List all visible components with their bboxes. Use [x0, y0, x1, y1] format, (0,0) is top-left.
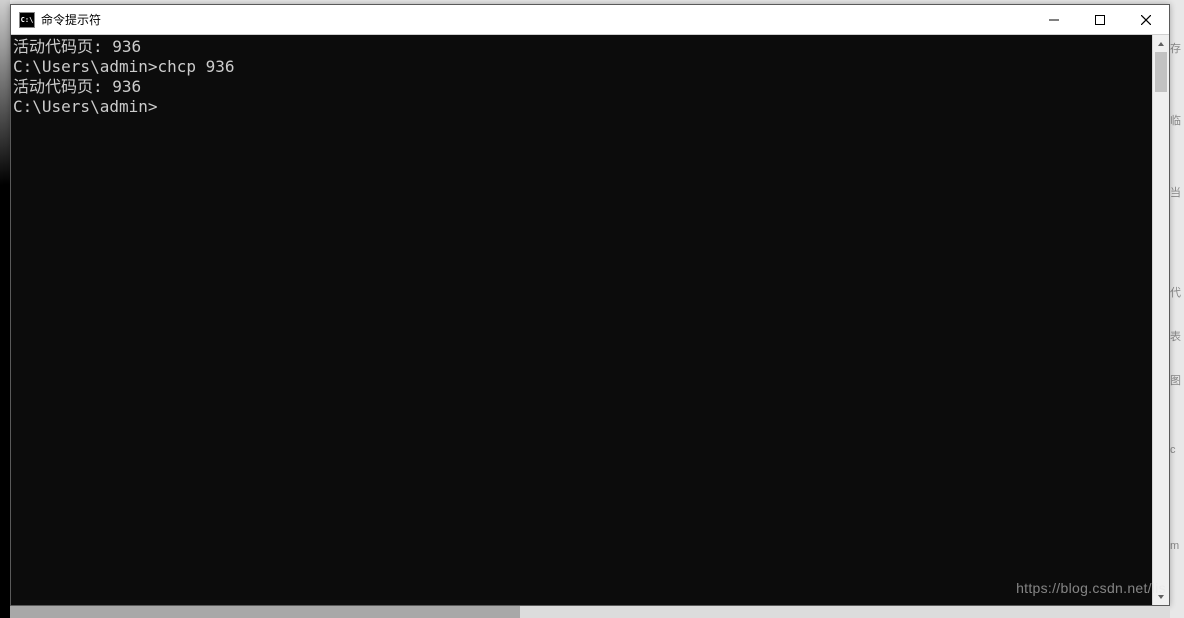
bg-left-strip — [0, 0, 10, 618]
minimize-button[interactable] — [1031, 5, 1077, 35]
bg-hint-char: c — [1170, 444, 1182, 456]
scroll-track[interactable] — [1153, 52, 1169, 588]
bg-right-hints: 存临当代表图 c m — [1170, 40, 1182, 552]
page-horizontal-scrollbar[interactable] — [10, 606, 1170, 618]
bg-hint-char: 临 — [1170, 112, 1182, 128]
bg-hint-char: 当 — [1170, 184, 1182, 200]
console-output[interactable]: 活动代码页: 936C:\Users\admin>chcp 936活动代码页: … — [11, 35, 1152, 605]
maximize-button[interactable] — [1077, 5, 1123, 35]
cmd-icon: C:\ — [19, 12, 35, 28]
bg-hint-char: 图 — [1170, 372, 1182, 388]
bg-hint-char: m — [1170, 540, 1182, 552]
close-button[interactable] — [1123, 5, 1169, 35]
bg-hint-char: 存 — [1170, 40, 1182, 56]
console-line: 活动代码页: 936 — [13, 77, 1152, 97]
scroll-up-button[interactable] — [1153, 35, 1169, 52]
bg-hint-char: 表 — [1170, 328, 1182, 344]
cmd-window: C:\ 命令提示符 活动代码页: 936C:\Users\admin>chcp … — [10, 4, 1170, 606]
console-line: 活动代码页: 936 — [13, 37, 1152, 57]
titlebar[interactable]: C:\ 命令提示符 — [11, 5, 1169, 35]
console-line: C:\Users\admin> — [13, 97, 1152, 117]
bg-hint-char: 代 — [1170, 284, 1182, 300]
page-hscroll-thumb[interactable] — [10, 606, 520, 618]
cmd-icon-label: C:\ — [21, 16, 34, 24]
window-title: 命令提示符 — [41, 11, 1031, 28]
vertical-scrollbar[interactable] — [1152, 35, 1169, 605]
client-area: 活动代码页: 936C:\Users\admin>chcp 936活动代码页: … — [11, 35, 1169, 605]
console-line: C:\Users\admin>chcp 936 — [13, 57, 1152, 77]
scroll-down-button[interactable] — [1153, 588, 1169, 605]
scroll-thumb[interactable] — [1155, 52, 1167, 92]
